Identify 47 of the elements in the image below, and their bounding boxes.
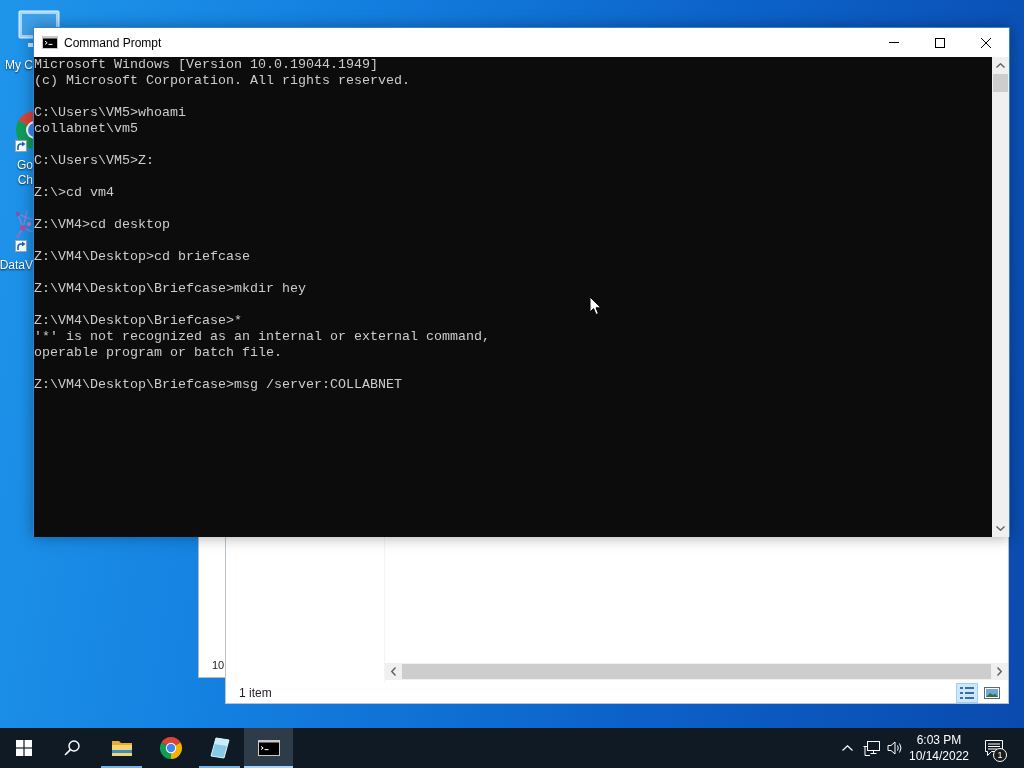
console-line: Z:\>cd vm4 — [34, 185, 114, 201]
mouse-pointer-icon — [589, 296, 602, 316]
vertical-scrollbar[interactable] — [992, 57, 1009, 537]
desktop-icon-label[interactable]: DataV — [0, 258, 33, 273]
console-line: operable program or batch file. — [34, 345, 282, 361]
picture-icon — [984, 686, 1000, 699]
terminal-icon — [42, 36, 58, 49]
desktop-icon-label[interactable]: Go Ch — [17, 158, 33, 188]
clock-date[interactable]: 10/14/2022 — [908, 748, 970, 764]
console-line: Z:\VM4\Desktop\Briefcase>mkdir hey — [34, 281, 306, 297]
terminal-icon — [257, 740, 280, 756]
caret-down-icon[interactable] — [996, 526, 1005, 531]
console-line: C:\Users\VM5>whoami — [34, 105, 186, 121]
caret-left-icon[interactable] — [391, 667, 396, 676]
search-icon — [64, 740, 80, 756]
console-line: Z:\VM4\Desktop\Briefcase>msg /server:COLLABNET — [34, 377, 402, 393]
console-line: Z:\VM4\Desktop\Briefcase>* — [34, 313, 242, 329]
network-icon[interactable] — [862, 740, 880, 756]
details-list-icon — [960, 686, 974, 699]
console-line: C:\Users\VM5>Z: — [34, 153, 154, 169]
desktop-icon-label[interactable]: My C — [5, 58, 33, 73]
notification-badge: 1 — [993, 748, 1007, 762]
console-line: collabnet\vm5 — [34, 121, 138, 137]
volume-icon[interactable] — [887, 741, 903, 755]
console-line: Z:\VM4>cd desktop — [34, 217, 170, 233]
details-view-button[interactable] — [956, 682, 978, 703]
close-icon — [981, 37, 991, 48]
console-line: Z:\VM4\Desktop>cd briefcase — [34, 249, 250, 265]
console-line: '*' is not recognized as an internal or external command, — [34, 329, 490, 345]
status-text: 1 item — [239, 685, 272, 700]
caret-right-icon[interactable] — [997, 667, 1002, 676]
cut-off-text: 10 — [212, 659, 225, 672]
clock-time[interactable]: 6:03 PM — [916, 732, 962, 748]
folder-icon — [110, 739, 133, 757]
console-line: Microsoft Windows [Version 10.0.19044.1949] — [34, 57, 378, 73]
slanted-tile-icon — [209, 737, 230, 759]
horizontal-scrollbar[interactable] — [385, 663, 1008, 680]
taskbar-app-button[interactable] — [244, 728, 293, 768]
window-title: Command Prompt — [64, 35, 162, 50]
console-line: (c) Microsoft Corporation. All rights reserved. — [34, 73, 410, 89]
maximize-icon — [935, 37, 945, 48]
four-panes-icon — [16, 740, 32, 756]
tricolor-circle-icon — [158, 736, 183, 760]
speech-bubble-icon[interactable] — [985, 740, 1003, 756]
scrollbar-thumb[interactable] — [402, 664, 991, 679]
minimize-icon — [889, 42, 899, 43]
scrollbar-thumb[interactable] — [993, 74, 1008, 92]
